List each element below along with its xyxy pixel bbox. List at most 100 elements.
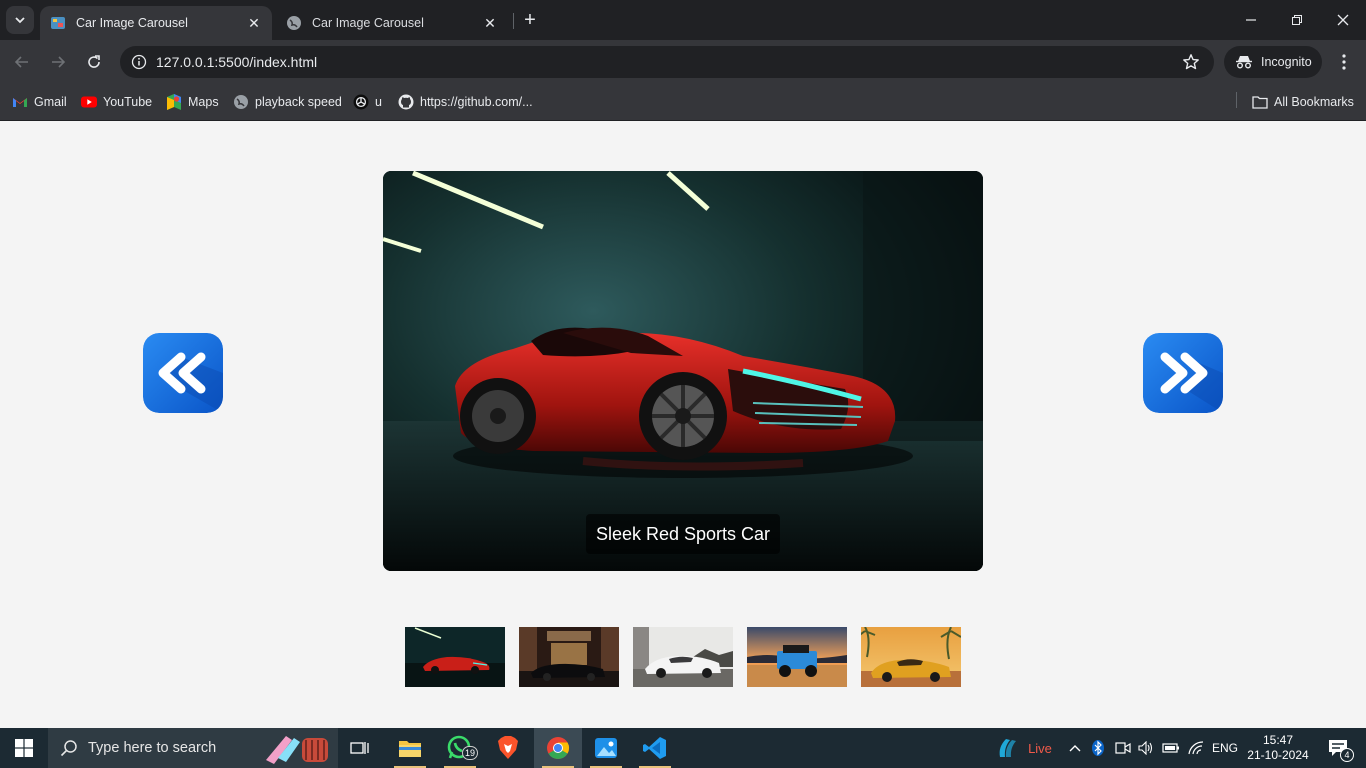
forward-button[interactable] <box>44 48 72 76</box>
photos-button[interactable] <box>582 728 630 768</box>
bookmark-u[interactable]: u <box>353 92 382 112</box>
bookmark-youtube[interactable]: YouTube <box>81 92 152 112</box>
clock-date: 21-10-2024 <box>1247 748 1309 762</box>
battery-button[interactable] <box>1160 728 1182 768</box>
thumbnail-image <box>633 627 733 687</box>
whatsapp-badge: 19 <box>462 746 479 760</box>
bluetooth-icon <box>1092 740 1104 756</box>
search-highlight-icon <box>266 736 328 764</box>
back-button[interactable] <box>8 48 36 76</box>
photos-icon <box>595 738 617 758</box>
wifi-button[interactable] <box>1185 728 1207 768</box>
language-label: ENG <box>1211 741 1238 755</box>
task-view-button[interactable] <box>336 728 384 768</box>
volume-icon <box>1138 741 1153 755</box>
thumbnail-red-sports-car[interactable] <box>405 627 505 687</box>
thumbnail-blue-jeep[interactable] <box>747 627 847 687</box>
thumbnail-black-sedan[interactable] <box>519 627 619 687</box>
close-tab-icon[interactable]: ✕ <box>482 15 498 31</box>
previous-slide-button[interactable] <box>143 333 223 413</box>
bookmark-maps[interactable]: Maps <box>166 92 219 112</box>
minimize-button[interactable] <box>1228 0 1274 40</box>
task-view-icon <box>350 742 369 754</box>
volume-button[interactable] <box>1135 728 1157 768</box>
chrome-button[interactable] <box>534 728 582 768</box>
tab-car-carousel-active[interactable]: Car Image Carousel ✕ <box>40 6 272 40</box>
battery-icon <box>1162 743 1179 753</box>
clock-time: 15:47 <box>1262 733 1294 747</box>
github-icon <box>398 94 414 110</box>
bookmark-label: u <box>375 95 382 109</box>
site-info-button[interactable] <box>122 54 156 70</box>
weather-widget[interactable]: Live <box>984 728 1064 768</box>
globe-icon <box>233 94 249 110</box>
start-button[interactable] <box>0 728 48 768</box>
carousel-main-image <box>383 171 983 571</box>
tab-search-button[interactable] <box>6 6 34 34</box>
minimize-icon <box>1246 19 1256 21</box>
bookmark-playback-speed[interactable]: playback speed <box>233 92 342 112</box>
address-bar[interactable]: 127.0.0.1:5500/index.html <box>120 46 1214 78</box>
info-icon <box>131 54 147 70</box>
thumbnail-yellow-muscle-car[interactable] <box>861 627 961 687</box>
camera-button[interactable] <box>1112 728 1134 768</box>
windows-logo-icon <box>15 739 33 757</box>
brave-browser-button[interactable] <box>484 728 532 768</box>
clock[interactable]: 15:47 21-10-2024 <box>1244 728 1312 768</box>
notification-count: 4 <box>1340 748 1354 762</box>
wifi-icon <box>1188 741 1204 755</box>
openai-icon <box>353 94 369 110</box>
taskbar-search-box[interactable]: Type here to search <box>48 728 338 768</box>
maps-icon <box>166 94 182 110</box>
arrow-right-icon <box>52 56 66 68</box>
cricket-live-icon <box>999 739 1017 757</box>
page-content: Sleek Red Sports Car <box>0 121 1366 728</box>
incognito-indicator[interactable]: Incognito <box>1224 46 1322 78</box>
file-explorer-button[interactable] <box>386 728 434 768</box>
arrow-left-icon <box>14 56 28 68</box>
slide-caption: Sleek Red Sports Car <box>586 514 780 554</box>
restore-button[interactable] <box>1274 0 1320 40</box>
close-window-button[interactable] <box>1320 0 1366 40</box>
restore-icon <box>1292 15 1302 25</box>
whatsapp-button[interactable]: 19 <box>436 728 484 768</box>
new-tab-button[interactable]: + <box>520 10 540 30</box>
tab-car-carousel[interactable]: Car Image Carousel ✕ <box>276 6 508 40</box>
close-tab-icon[interactable]: ✕ <box>246 15 262 31</box>
show-hidden-icons-button[interactable] <box>1064 728 1086 768</box>
next-slide-button[interactable] <box>1143 333 1223 413</box>
thumbnail-white-coupe[interactable] <box>633 627 733 687</box>
bookmark-github[interactable]: https://github.com/... <box>398 92 533 112</box>
incognito-icon <box>1236 56 1252 69</box>
reload-button[interactable] <box>80 48 108 76</box>
more-vert-icon <box>1342 54 1346 70</box>
bookmarks-divider <box>1236 92 1237 108</box>
bookmark-label: All Bookmarks <box>1274 95 1354 109</box>
gmail-icon <box>12 94 28 110</box>
thumbnail-image <box>405 627 505 687</box>
bookmark-label: YouTube <box>103 95 153 109</box>
thumbnail-image <box>519 627 619 687</box>
bookmark-gmail[interactable]: Gmail <box>12 92 67 112</box>
double-chevron-right-icon <box>1143 333 1223 413</box>
vscode-button[interactable] <box>631 728 679 768</box>
bookmarks-bar: Gmail YouTube Maps playback speed u http… <box>0 84 1366 121</box>
page-favicon-icon <box>51 17 65 29</box>
url-text: 127.0.0.1:5500/index.html <box>156 54 318 70</box>
input-language-button[interactable]: ENG <box>1208 728 1242 768</box>
all-bookmarks-button[interactable]: All Bookmarks <box>1252 92 1354 112</box>
double-chevron-left-icon <box>143 333 223 413</box>
bookmark-label: https://github.com/... <box>420 95 533 109</box>
bookmark-star-button[interactable] <box>1182 53 1200 76</box>
reload-icon <box>88 55 100 68</box>
browser-menu-button[interactable] <box>1334 52 1354 72</box>
tab-title: Car Image Carousel <box>312 16 424 30</box>
browser-toolbar: 127.0.0.1:5500/index.html Incognito <box>0 40 1366 84</box>
search-placeholder: Type here to search <box>88 740 217 756</box>
youtube-icon <box>81 94 97 110</box>
action-center-button[interactable]: 4 <box>1318 728 1358 768</box>
chrome-icon <box>547 737 569 759</box>
bluetooth-button[interactable] <box>1088 728 1108 768</box>
globe-icon <box>287 16 301 30</box>
weather-live-label: Live <box>1028 740 1052 756</box>
